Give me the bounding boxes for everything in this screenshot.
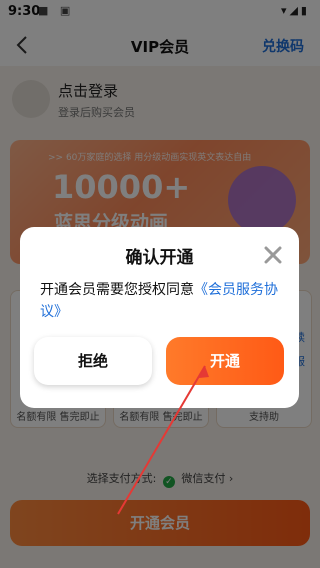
confirm-dialog: 确认开通 开通会员需要您授权同意《会员服务协议》 拒绝 开通 [20,227,299,408]
close-icon[interactable] [261,243,285,267]
confirm-open-button[interactable]: 开通 [166,337,284,385]
dialog-title: 确认开通 [125,248,194,268]
refuse-button[interactable]: 拒绝 [34,337,152,385]
dialog-message-text: 开通会员需要您授权同意 [40,282,194,298]
dialog-message: 开通会员需要您授权同意《会员服务协议》 [40,279,283,323]
